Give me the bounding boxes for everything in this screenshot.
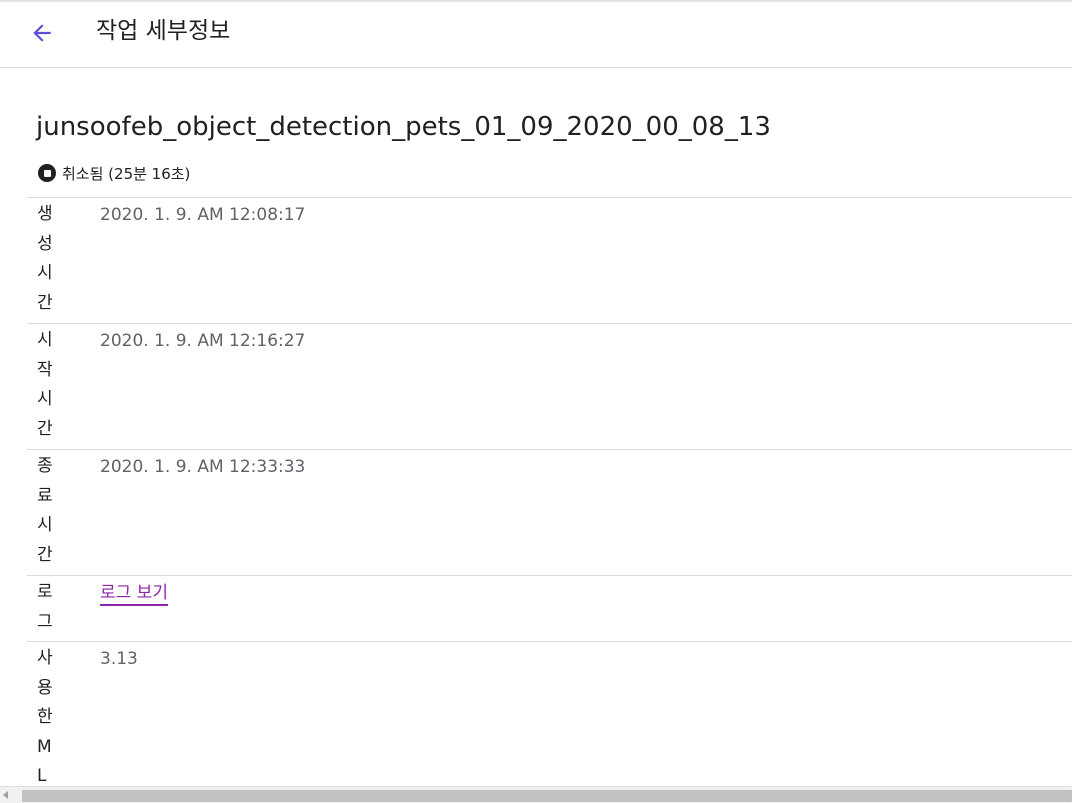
page-title: 작업 세부정보	[96, 18, 231, 44]
status-text: 취소됨 (25분 16초)	[62, 164, 191, 183]
details-table: 생성시간 2020. 1. 9. AM 12:08:17 시작시간 2020. …	[27, 197, 1072, 803]
scrollbar-thumb[interactable]	[22, 790, 1072, 802]
detail-value: 로그 보기	[100, 580, 168, 606]
detail-row-logs: 로그 로그 보기	[27, 576, 1072, 642]
detail-label: 생성시간	[37, 204, 53, 313]
detail-value: 2020. 1. 9. AM 12:16:27	[100, 331, 306, 351]
arrow-back-icon	[33, 24, 51, 42]
detail-row-started: 시작시간 2020. 1. 9. AM 12:16:27	[27, 324, 1072, 450]
top-shadow	[0, 0, 1072, 3]
detail-value: 2020. 1. 9. AM 12:08:17	[100, 205, 306, 225]
job-details-page: 작업 세부정보 junsoofeb_object_detection_pets_…	[0, 0, 1072, 803]
detail-value: 2020. 1. 9. AM 12:33:33	[100, 457, 306, 477]
app-bar: 작업 세부정보	[0, 0, 1072, 68]
detail-row-ml-units: 사용한ML단 3.13	[27, 642, 1072, 803]
detail-row-ended: 종료시간 2020. 1. 9. AM 12:33:33	[27, 450, 1072, 576]
detail-label: 시작시간	[37, 330, 53, 439]
scroll-left-icon[interactable]	[3, 791, 8, 799]
stop-circle-icon	[38, 164, 56, 182]
detail-row-created: 생성시간 2020. 1. 9. AM 12:08:17	[27, 198, 1072, 324]
detail-label: 로그	[37, 582, 53, 632]
detail-value: 3.13	[100, 649, 138, 669]
horizontal-scrollbar[interactable]	[0, 786, 1072, 803]
detail-label: 사용한ML단	[37, 648, 53, 803]
job-name: junsoofeb_object_detection_pets_01_09_20…	[36, 112, 771, 142]
back-button[interactable]	[26, 17, 58, 49]
detail-label: 종료시간	[37, 456, 53, 565]
status-line: 취소됨 (25분 16초)	[38, 160, 190, 186]
view-logs-link[interactable]: 로그 보기	[100, 583, 168, 606]
